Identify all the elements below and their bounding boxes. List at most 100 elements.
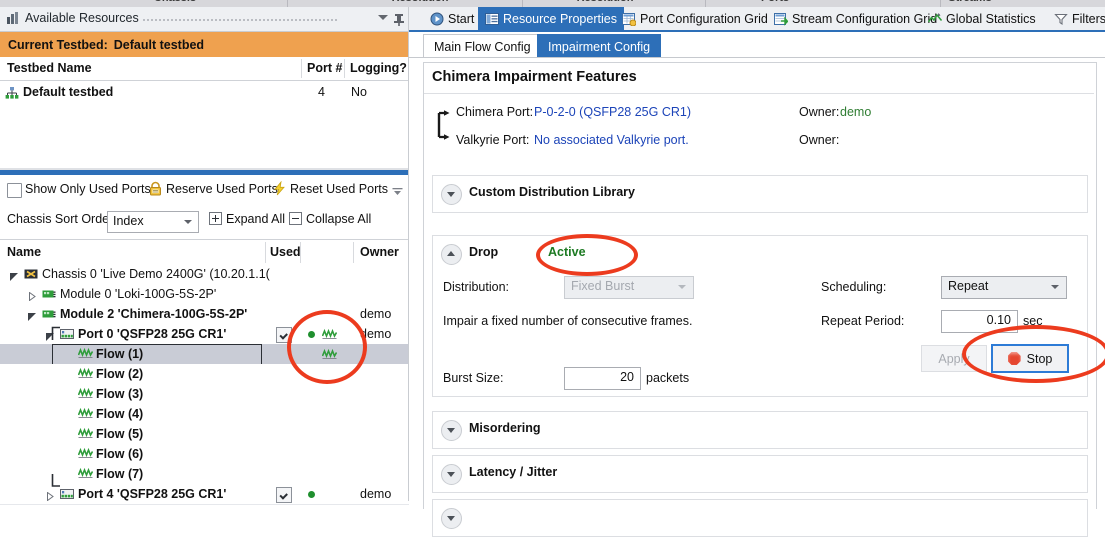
section-latency-jitter[interactable]: Latency / Jitter (432, 455, 1088, 493)
tree-row-label: Port 4 'QSFP28 25G CR1' (78, 487, 227, 501)
reset-used-ports-label[interactable]: Reset Used Ports (290, 182, 388, 196)
chevron-down-icon[interactable] (441, 508, 462, 529)
tree-row-label: Flow (4) (96, 407, 144, 421)
stop-button[interactable]: Stop (991, 344, 1069, 373)
tree-row-label: Flow (6) (96, 447, 144, 461)
chevron-up-icon[interactable] (441, 244, 462, 265)
tab-start[interactable]: Start (423, 7, 481, 30)
tree-row[interactable]: Flow (7) (0, 464, 409, 485)
tree-row[interactable]: Port 0 'QSFP28 25G CR1' demo (0, 324, 409, 345)
valkyrie-port-value[interactable]: No associated Valkyrie port. (534, 133, 689, 147)
repeat-period-input[interactable]: 0.10 (941, 310, 1018, 333)
flow-icon (77, 467, 94, 481)
chassis-icon (24, 267, 38, 281)
lock-icon (148, 181, 163, 196)
repeat-period-label: Repeat Period: (821, 314, 905, 328)
chevron-down-icon[interactable] (441, 420, 462, 441)
tree-column-name[interactable]: Name (7, 245, 41, 259)
column-testbed-name[interactable]: Testbed Name (7, 61, 92, 75)
tree-row[interactable]: Port 4 'QSFP28 25G CR1' demo (0, 474, 409, 505)
drop-status-badge: Active (548, 245, 586, 259)
show-only-used-ports-checkbox[interactable] (7, 183, 22, 198)
collapse-all-label[interactable]: Collapse All (306, 212, 371, 226)
used-checkbox[interactable] (276, 327, 292, 343)
tree-row[interactable]: Flow (3) (0, 384, 409, 405)
chevron-down-icon[interactable] (441, 464, 462, 485)
tree-row[interactable]: Chassis 0 'Live Demo 2400G' (10.20.1.1( (0, 264, 409, 285)
tab-main-flow-config[interactable]: Main Flow Config (423, 34, 542, 58)
column-logging[interactable]: Logging? (350, 61, 407, 75)
tree-row[interactable]: Module 0 'Loki-100G-5S-2P' (0, 284, 409, 305)
tree-column-used[interactable]: Used (270, 245, 301, 259)
tab-port-configuration-grid[interactable]: Port Configuration Grid (615, 7, 775, 30)
twisty-expanded-icon[interactable] (10, 270, 19, 281)
tab-main-flow-config-label: Main Flow Config (434, 39, 531, 54)
tree-row-label: Module 2 'Chimera-100G-5S-2P' (60, 307, 248, 321)
tab-stream-configuration-grid-label: Stream Configuration Grid (792, 11, 938, 26)
application-window: Chassis Resolution Resolution Ports Stre… (0, 0, 1105, 537)
collapse-all-button-icon[interactable] (289, 212, 302, 225)
selection-focus-box (52, 344, 262, 365)
tree-row[interactable]: Flow (6) (0, 444, 409, 465)
overflow-chevron-icon[interactable] (392, 187, 403, 195)
burst-size-unit: packets (646, 371, 690, 385)
current-testbed-label: Current Testbed: (8, 37, 108, 52)
panel-splitter[interactable] (0, 170, 409, 175)
section-title: Misordering (469, 421, 541, 435)
stop-octagon-icon (1007, 352, 1021, 365)
tree-row[interactable]: Flow (2) (0, 364, 409, 385)
section-next-clipped[interactable] (432, 499, 1088, 537)
chimera-port-value[interactable]: P-0-2-0 (QSFP28 25G CR1) (534, 105, 691, 119)
expand-all-label[interactable]: Expand All (226, 212, 285, 226)
expand-all-button-icon[interactable] (209, 212, 222, 225)
current-testbed-value: Default testbed (113, 37, 205, 52)
chevron-down-icon[interactable] (441, 184, 462, 205)
twisty-collapsed-icon[interactable] (28, 290, 37, 302)
tree-row-owner: demo (360, 307, 392, 321)
ribbon-group-ports: Ports (720, 0, 830, 4)
distribution-description: Impair a fixed number of consecutive fra… (443, 314, 693, 328)
section-misordering[interactable]: Misordering (432, 411, 1088, 449)
chassis-sort-order-select[interactable]: Index (107, 211, 199, 233)
tab-filters[interactable]: Filters (1047, 7, 1105, 30)
tab-stream-configuration-grid[interactable]: Stream Configuration Grid (767, 7, 944, 30)
testbed-icon (5, 86, 19, 100)
tree-row[interactable]: Flow (5) (0, 424, 409, 445)
pin-icon[interactable] (393, 13, 405, 26)
tree-row-label: Flow (3) (96, 387, 144, 401)
testbed-row[interactable]: Default testbed 4 No (0, 80, 409, 107)
flow-icon (77, 427, 94, 441)
twisty-expanded-icon[interactable] (28, 310, 37, 321)
main-tab-bar: Start Resource Properties Port Configura… (409, 7, 1105, 32)
tree-row-label: Chassis 0 'Live Demo 2400G' (10.20.1.1( (42, 267, 270, 281)
tab-global-statistics[interactable]: Global Statistics (921, 7, 1043, 30)
column-port-num[interactable]: Port # (307, 61, 342, 75)
tab-impairment-config[interactable]: Impairment Config (537, 34, 662, 58)
ribbon-group-chassis: Chassis (120, 0, 230, 4)
port-status-dot (308, 491, 315, 498)
section-custom-distribution-library[interactable]: Custom Distribution Library (432, 175, 1088, 213)
chevron-down-icon (678, 285, 686, 289)
testbed-row-logging: No (351, 85, 367, 99)
flow-icon (77, 387, 94, 401)
tree-row[interactable]: Module 2 'Chimera-100G-5S-2P' demo (0, 304, 409, 325)
scheduling-select[interactable]: Repeat (941, 276, 1067, 299)
tab-resource-properties[interactable]: Resource Properties (478, 7, 624, 30)
apply-button-label: Apply (938, 351, 970, 366)
flow-indicator-icon (321, 348, 338, 360)
port-icon (60, 487, 74, 501)
twisty-collapsed-icon[interactable] (46, 490, 55, 502)
chevron-down-icon[interactable] (378, 15, 388, 20)
burst-size-label: Burst Size: (443, 371, 504, 385)
tree-row-label: Flow (7) (96, 467, 144, 481)
tree-row[interactable]: Flow (1) (0, 344, 409, 365)
panel-drag-dots (142, 18, 337, 23)
tree-row[interactable]: Flow (4) (0, 404, 409, 425)
burst-size-input[interactable]: 20 (564, 367, 641, 390)
tree-column-owner[interactable]: Owner (360, 245, 399, 259)
reserve-used-ports-label[interactable]: Reserve Used Ports (166, 182, 278, 196)
tab-global-statistics-label: Global Statistics (946, 11, 1036, 26)
show-only-used-ports-label[interactable]: Show Only Used Ports (25, 182, 151, 196)
port-grid-icon (622, 12, 637, 26)
tab-overflow-cut[interactable] (1099, 7, 1105, 30)
